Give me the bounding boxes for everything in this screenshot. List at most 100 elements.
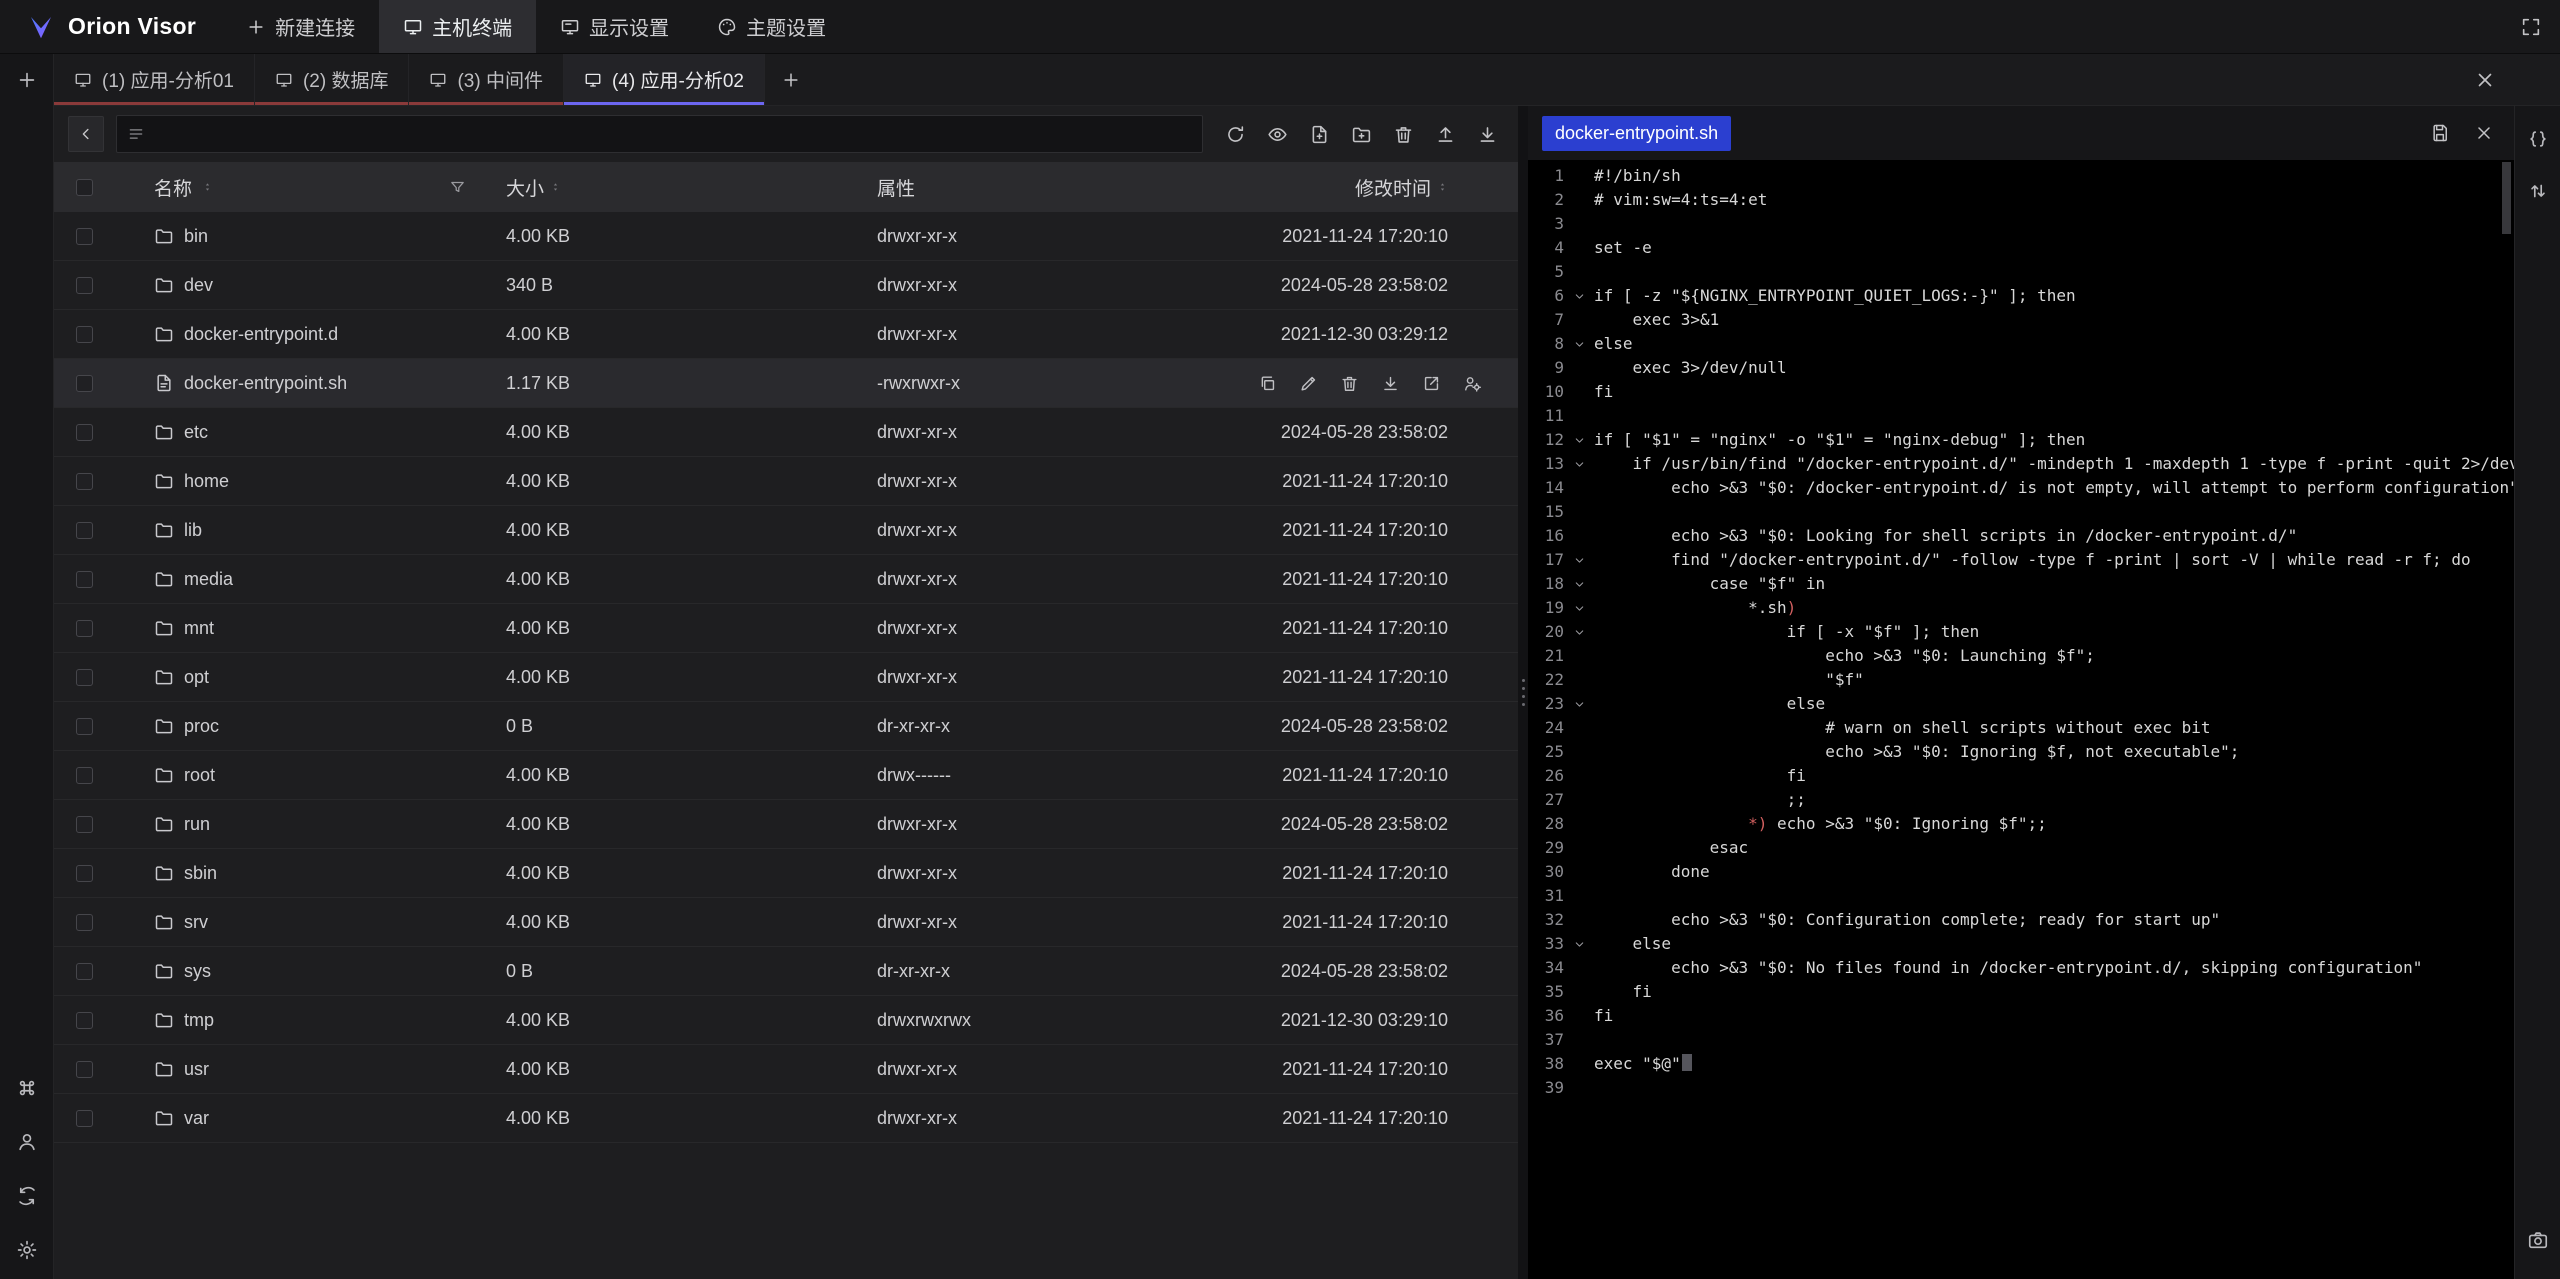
select-all-checkbox[interactable]: [76, 179, 93, 196]
fold-chevron-icon[interactable]: [1564, 548, 1594, 572]
nav-item-0[interactable]: 新建连接: [222, 0, 379, 53]
terminal-tab-2[interactable]: (2) 数据库: [255, 54, 410, 105]
terminal-tab-3[interactable]: (3) 中间件: [409, 54, 564, 105]
braces-icon[interactable]: [2527, 128, 2549, 150]
gear-icon[interactable]: [16, 1239, 38, 1261]
table-row[interactable]: bin4.00 KBdrwxr-xr-x2021-11-24 17:20:10: [54, 212, 1518, 261]
nav-item-3[interactable]: 主题设置: [693, 0, 850, 53]
file-plus-icon[interactable]: [1309, 124, 1330, 145]
row-checkbox[interactable]: [76, 963, 93, 980]
plus-icon[interactable]: [16, 69, 38, 91]
fold-chevron-icon[interactable]: [1564, 596, 1594, 620]
row-checkbox[interactable]: [76, 571, 93, 588]
row-checkbox[interactable]: [76, 816, 93, 833]
fold-chevron-icon[interactable]: [1564, 284, 1594, 308]
code-editor[interactable]: 1#!/bin/sh2# vim:sw=4:ts=4:et34set -e56i…: [1528, 160, 2514, 1279]
download-icon[interactable]: [1477, 124, 1498, 145]
table-row[interactable]: opt4.00 KBdrwxr-xr-x2021-11-24 17:20:10: [54, 653, 1518, 702]
fold-chevron-icon[interactable]: [1564, 332, 1594, 356]
row-checkbox[interactable]: [76, 865, 93, 882]
file-name[interactable]: dev: [184, 275, 213, 296]
editor-scrollbar[interactable]: [2502, 162, 2511, 234]
table-row[interactable]: srv4.00 KBdrwxr-xr-x2021-11-24 17:20:10: [54, 898, 1518, 947]
table-row[interactable]: tmp4.00 KBdrwxrwxrwx2021-12-30 03:29:10: [54, 996, 1518, 1045]
trash-icon[interactable]: [1340, 374, 1359, 393]
upload-icon[interactable]: [1435, 124, 1456, 145]
path-input[interactable]: [153, 123, 1192, 146]
header-name[interactable]: 名称: [114, 174, 474, 201]
table-row[interactable]: proc0 Bdr-xr-xr-x2024-05-28 23:58:02: [54, 702, 1518, 751]
panel-splitter[interactable]: [1518, 106, 1528, 1279]
file-name[interactable]: docker-entrypoint.d: [184, 324, 338, 345]
file-name[interactable]: lib: [184, 520, 202, 541]
table-row[interactable]: run4.00 KBdrwxr-xr-x2024-05-28 23:58:02: [54, 800, 1518, 849]
fold-chevron-icon[interactable]: [1564, 620, 1594, 644]
row-checkbox[interactable]: [76, 424, 93, 441]
terminal-tab-4[interactable]: (4) 应用-分析02: [564, 54, 765, 105]
fullscreen-icon[interactable]: [2520, 16, 2542, 38]
nav-item-2[interactable]: 显示设置: [536, 0, 693, 53]
table-row[interactable]: var4.00 KBdrwxr-xr-x2021-11-24 17:20:10: [54, 1094, 1518, 1143]
table-row[interactable]: docker-entrypoint.d4.00 KBdrwxr-xr-x2021…: [54, 310, 1518, 359]
row-checkbox[interactable]: [76, 1110, 93, 1127]
file-name[interactable]: tmp: [184, 1010, 214, 1031]
permission-icon[interactable]: [1463, 374, 1482, 393]
close-icon[interactable]: [2474, 123, 2494, 143]
refresh-icon[interactable]: [1225, 124, 1246, 145]
copy-icon[interactable]: [1258, 374, 1277, 393]
trash-icon[interactable]: [1393, 124, 1414, 145]
table-row[interactable]: sys0 Bdr-xr-xr-x2024-05-28 23:58:02: [54, 947, 1518, 996]
row-checkbox[interactable]: [76, 767, 93, 784]
file-name[interactable]: etc: [184, 422, 208, 443]
sort-icon[interactable]: [202, 179, 213, 195]
file-name[interactable]: opt: [184, 667, 209, 688]
back-button[interactable]: [68, 116, 104, 152]
fold-chevron-icon[interactable]: [1564, 932, 1594, 956]
terminal-tab-1[interactable]: (1) 应用-分析01: [54, 54, 255, 105]
file-name[interactable]: usr: [184, 1059, 209, 1080]
table-row[interactable]: lib4.00 KBdrwxr-xr-x2021-11-24 17:20:10: [54, 506, 1518, 555]
add-tab-button[interactable]: [765, 54, 817, 105]
camera-icon[interactable]: [2527, 1229, 2549, 1251]
row-checkbox[interactable]: [76, 277, 93, 294]
row-checkbox[interactable]: [76, 375, 93, 392]
row-checkbox[interactable]: [76, 1012, 93, 1029]
fold-chevron-icon[interactable]: [1564, 572, 1594, 596]
table-row[interactable]: root4.00 KBdrwx------2021-11-24 17:20:10: [54, 751, 1518, 800]
download-icon[interactable]: [1381, 374, 1400, 393]
filter-icon[interactable]: [449, 179, 466, 196]
row-checkbox[interactable]: [76, 326, 93, 343]
header-size[interactable]: 大小: [474, 174, 844, 201]
table-row[interactable]: home4.00 KBdrwxr-xr-x2021-11-24 17:20:10: [54, 457, 1518, 506]
row-checkbox[interactable]: [76, 473, 93, 490]
file-name[interactable]: mnt: [184, 618, 214, 639]
command-icon[interactable]: [16, 1077, 38, 1099]
file-name[interactable]: proc: [184, 716, 219, 737]
folder-plus-icon[interactable]: [1351, 124, 1372, 145]
file-name[interactable]: run: [184, 814, 210, 835]
row-checkbox[interactable]: [76, 228, 93, 245]
row-checkbox[interactable]: [76, 914, 93, 931]
file-name[interactable]: sbin: [184, 863, 217, 884]
table-row[interactable]: etc4.00 KBdrwxr-xr-x2024-05-28 23:58:02: [54, 408, 1518, 457]
file-name[interactable]: home: [184, 471, 229, 492]
table-row[interactable]: sbin4.00 KBdrwxr-xr-x2021-11-24 17:20:10: [54, 849, 1518, 898]
row-checkbox[interactable]: [76, 669, 93, 686]
file-name[interactable]: var: [184, 1108, 209, 1129]
file-name[interactable]: docker-entrypoint.sh: [184, 373, 347, 394]
copy-path-icon[interactable]: [1422, 374, 1441, 393]
table-row[interactable]: dev340 Bdrwxr-xr-x2024-05-28 23:58:02: [54, 261, 1518, 310]
editor-filename-badge[interactable]: docker-entrypoint.sh: [1542, 116, 1731, 151]
fold-chevron-icon[interactable]: [1564, 692, 1594, 716]
eye-icon[interactable]: [1267, 124, 1288, 145]
file-name[interactable]: srv: [184, 912, 208, 933]
row-checkbox[interactable]: [76, 1061, 93, 1078]
save-icon[interactable]: [2430, 123, 2450, 143]
sort-icon[interactable]: [1437, 179, 1448, 195]
fold-chevron-icon[interactable]: [1564, 452, 1594, 476]
edit-icon[interactable]: [1299, 374, 1318, 393]
row-checkbox[interactable]: [76, 620, 93, 637]
nav-item-1[interactable]: 主机终端: [379, 0, 536, 53]
row-checkbox[interactable]: [76, 718, 93, 735]
sort-icon[interactable]: [550, 179, 561, 195]
